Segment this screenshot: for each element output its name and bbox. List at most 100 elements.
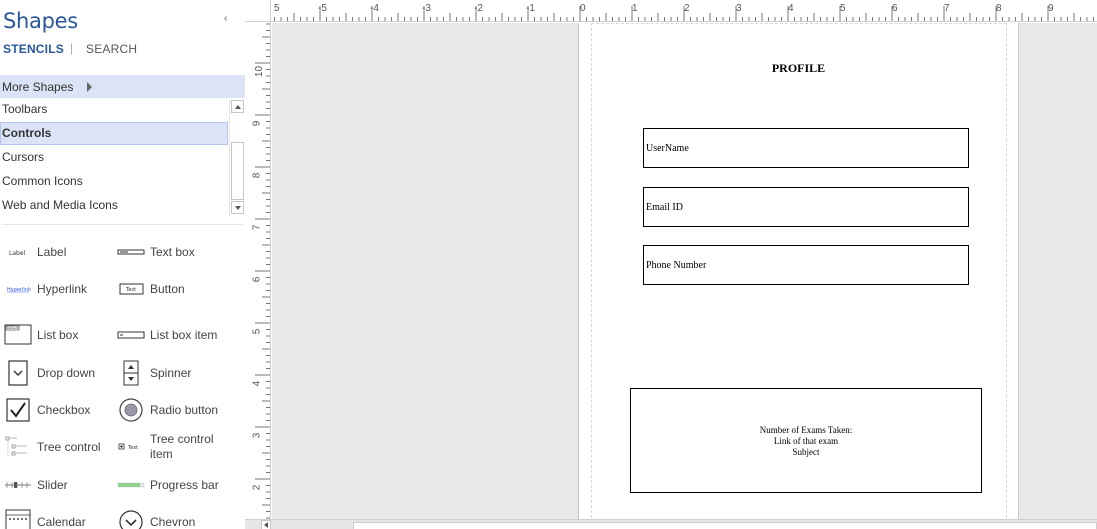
scroll-thumb[interactable] — [231, 142, 244, 200]
ruler-top-label: 9 — [1048, 3, 1054, 14]
ruler-top-label: -5 — [318, 3, 327, 14]
shape-list-box-item[interactable]: List box item — [116, 320, 217, 350]
ruler-left-label: 7 — [251, 224, 263, 231]
shape-calendar-text: Calendar — [37, 514, 86, 529]
tab-stencils[interactable]: STENCILS — [3, 42, 64, 56]
spinner-shape-icon — [116, 358, 146, 388]
phone-number-field[interactable]: Phone Number — [643, 245, 969, 285]
shape-tree-control-text: Tree control — [37, 439, 101, 454]
shape-chevron[interactable]: Chevron — [116, 507, 195, 529]
username-field[interactable]: UserName — [643, 128, 969, 168]
stencil-item-web-and-media-icons[interactable]: Web and Media Icons — [0, 194, 228, 217]
scroll-left-button[interactable] — [261, 520, 271, 529]
ruler-top[interactable]: 5 -5 -4 -3 -2 -1 0 1 2 3 4 5 6 7 8 9 — [271, 0, 1097, 22]
chevron-right-icon — [87, 81, 93, 92]
shape-hyperlink-text: Hyperlink — [37, 281, 88, 296]
ruler-top-label: 7 — [944, 3, 950, 14]
shape-tree-control-item-text: Tree control item — [150, 432, 214, 461]
svg-text:Label: Label — [9, 250, 26, 257]
shape-slider-text: Slider — [37, 477, 68, 492]
shape-label-text: Label — [37, 244, 67, 259]
profile-title[interactable]: PROFILE — [579, 61, 1018, 76]
ruler-top-label: -3 — [422, 3, 431, 14]
shape-calendar[interactable]: Calendar — [3, 507, 86, 529]
ruler-left-label: 2 — [251, 484, 263, 491]
stencil-list: Toolbars Controls Cursors Common Icons W… — [0, 98, 245, 218]
shape-progress-bar-text: Progress bar — [150, 477, 219, 492]
shape-list-box[interactable]: Default List box — [3, 320, 78, 350]
pane-divider — [2, 224, 243, 225]
ruler-left[interactable]: 10 9 8 7 6 5 4 3 2 — [245, 22, 271, 519]
username-field-label: UserName — [646, 142, 689, 154]
shape-drop-down-text: Drop down — [37, 365, 96, 380]
more-shapes-label: More Shapes — [2, 79, 74, 94]
radio-button-shape-icon — [116, 395, 146, 425]
ruler-top-label: 8 — [996, 3, 1002, 14]
hyperlink-shape-icon: Hyperlink — [3, 274, 33, 304]
ruler-left-label: 9 — [251, 120, 263, 127]
ruler-left-label: 8 — [251, 172, 263, 179]
button-shape-icon: Text — [116, 274, 146, 304]
ruler-left-label: 5 — [251, 328, 263, 335]
shape-spinner[interactable]: Spinner — [116, 358, 191, 388]
ruler-top-label: 3 — [736, 3, 742, 14]
ruler-top-label: 4 — [788, 3, 794, 14]
shape-hyperlink[interactable]: Hyperlink Hyperlink — [3, 274, 87, 304]
arrow-left-icon — [264, 522, 268, 528]
calendar-shape-icon — [3, 507, 33, 529]
shape-checkbox[interactable]: Checkbox — [3, 395, 90, 425]
ruler-top-label: 5 — [840, 3, 846, 14]
shape-chevron-text: Chevron — [150, 514, 196, 529]
shape-text-box[interactable]: Text box — [116, 237, 195, 267]
shape-button[interactable]: Text Button — [116, 274, 185, 304]
tree-control-item-shape-icon: Text — [116, 432, 146, 462]
stencil-item-controls[interactable]: Controls — [0, 122, 228, 145]
arrow-down-icon — [235, 206, 241, 210]
stencil-item-cursors[interactable]: Cursors — [0, 146, 228, 169]
ruler-left-label: 4 — [251, 380, 263, 387]
exam-info-box[interactable]: Number of Exams Taken: Link of that exam… — [630, 388, 982, 493]
svg-text:Text: Text — [127, 445, 138, 451]
label-shape-icon: Label — [3, 237, 33, 267]
stencil-list-scrollbar[interactable] — [229, 100, 244, 216]
shape-radio-button[interactable]: Radio button — [116, 395, 218, 425]
list-box-shape-icon: Default — [3, 320, 33, 350]
more-shapes-menu[interactable]: More Shapes — [0, 75, 245, 98]
exam-link-label: Link of that exam — [773, 436, 839, 446]
shape-slider[interactable]: Slider — [3, 470, 68, 500]
ruler-top-label: 0 — [580, 3, 586, 14]
shape-tree-control-item[interactable]: Text Tree control item — [116, 432, 220, 462]
horizontal-scrollbar[interactable] — [245, 519, 1097, 529]
email-field[interactable]: Email ID — [643, 187, 969, 227]
scroll-up-button[interactable] — [231, 100, 244, 113]
shape-drop-down[interactable]: Drop down — [3, 358, 95, 388]
shape-label[interactable]: Label Label — [3, 237, 66, 267]
stencil-item-toolbars[interactable]: Toolbars — [0, 98, 228, 121]
shapes-pane: Shapes ‹ STENCILS | SEARCH More Shapes T… — [0, 0, 245, 529]
horizontal-scroll-thumb[interactable] — [353, 522, 1097, 529]
drawing-page[interactable]: PROFILE UserName Email ID Phone Number N… — [578, 23, 1019, 519]
exam-count-label: Number of Exams Taken: — [759, 425, 853, 435]
shape-list-box-item-text: List box item — [150, 327, 218, 342]
tab-search[interactable]: SEARCH — [86, 42, 137, 56]
shape-spinner-text: Spinner — [150, 365, 192, 380]
ruler-left-ticks — [255, 23, 270, 519]
scroll-down-button[interactable] — [231, 201, 244, 214]
stencil-item-common-icons[interactable]: Common Icons — [0, 170, 228, 193]
drawing-canvas[interactable]: PROFILE UserName Email ID Phone Number N… — [272, 23, 1097, 519]
shape-tree-control[interactable]: Tree control — [3, 432, 101, 462]
ruler-left-label: 6 — [251, 276, 263, 283]
svg-text:Text: Text — [125, 287, 136, 293]
exam-subject-label: Subject — [792, 447, 820, 457]
collapse-pane-button[interactable]: ‹ — [224, 13, 227, 24]
ruler-top-label: 2 — [684, 3, 690, 14]
shape-progress-bar[interactable]: Progress bar — [116, 470, 219, 500]
list-box-item-shape-icon — [116, 320, 146, 350]
svg-text:Default: Default — [7, 326, 19, 330]
progress-bar-shape-icon — [116, 470, 146, 500]
ruler-top-label: -4 — [370, 3, 379, 14]
tree-control-shape-icon — [3, 432, 33, 462]
drop-down-shape-icon — [3, 358, 33, 388]
ruler-top-label: 1 — [632, 3, 638, 14]
shape-checkbox-text: Checkbox — [37, 402, 91, 417]
